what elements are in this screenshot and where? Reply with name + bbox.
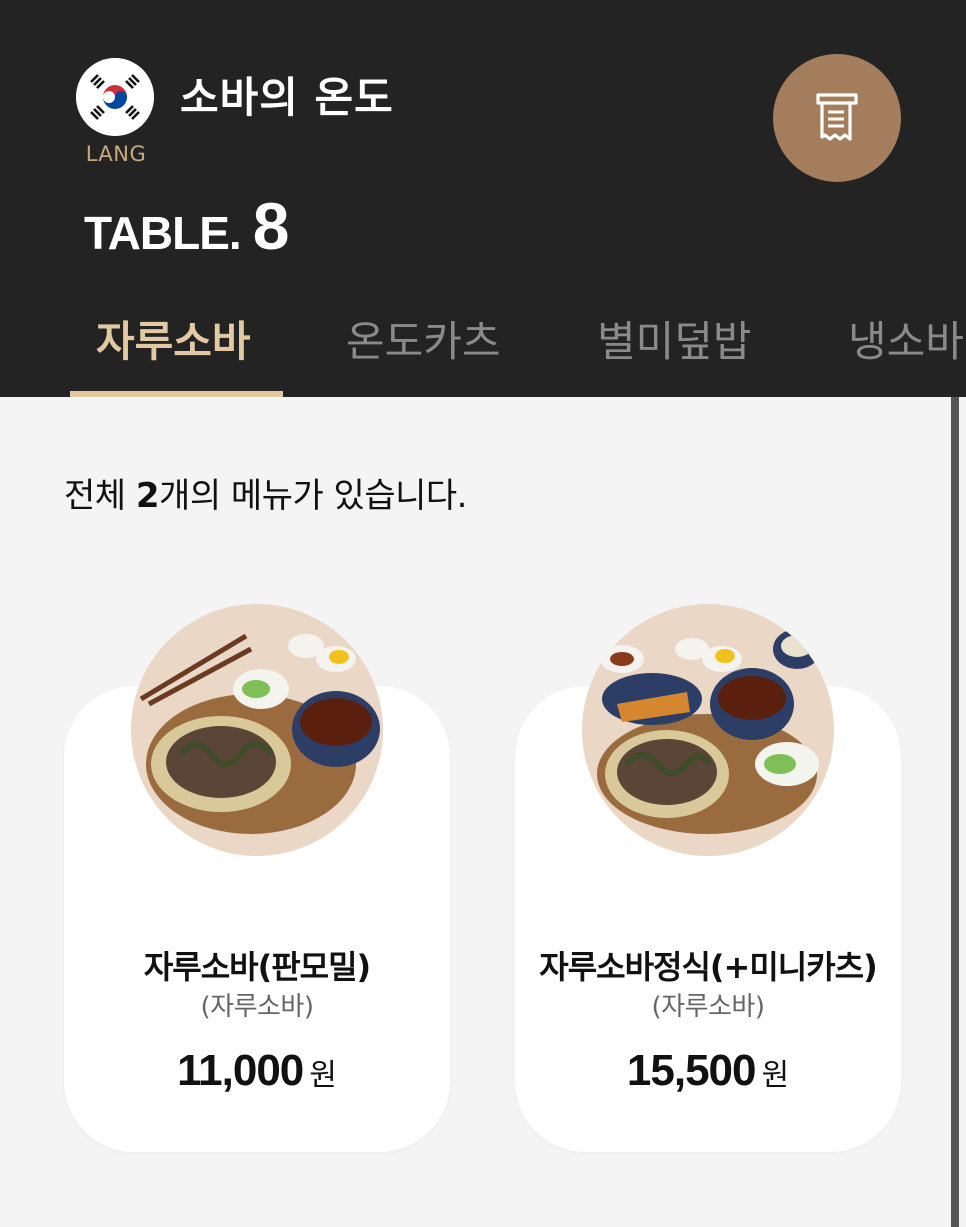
korea-flag-icon (76, 58, 154, 136)
tab-cold-soba[interactable]: 냉소바 (848, 308, 964, 369)
lang-label: LANG (85, 142, 147, 166)
active-tab-indicator (70, 391, 283, 397)
count-prefix: 전체 (64, 476, 136, 516)
menu-count-text: 전체 2개의 메뉴가 있습니다. (64, 468, 467, 517)
menu-item-photo[interactable] (582, 604, 834, 856)
tab-ondo-katsu[interactable]: 온도카츠 (346, 308, 501, 369)
menu-item-name: 자루소바(판모밀) (143, 948, 371, 986)
count-suffix: 개의 메뉴가 있습니다. (159, 476, 467, 516)
tab-zaru-soba[interactable]: 자루소바 (96, 308, 251, 369)
store-name: 소바의 온도 (180, 73, 394, 122)
scrollbar[interactable] (951, 397, 959, 1227)
price-unit: 원 (309, 1058, 337, 1093)
table-label: TABLE. 8 (84, 188, 289, 264)
price-unit: 원 (761, 1058, 790, 1093)
receipt-icon (816, 93, 858, 141)
header: LANG 소바의 온도 TABLE. 8 자루소바 온도카츠 별미덮밥 냉소바 (0, 0, 966, 397)
menu-item-photo[interactable] (131, 604, 383, 856)
menu-count: 2 (135, 476, 160, 516)
price-value: 15,500 (626, 1046, 757, 1095)
table-label-text: TABLE. (84, 207, 242, 259)
table-number: 8 (252, 189, 290, 263)
menu-item-category: (자루소바) (651, 992, 765, 1022)
bill-button[interactable] (773, 54, 901, 182)
menu-item-category: (자루소바) (200, 992, 314, 1022)
price-value: 11,000 (177, 1046, 304, 1095)
tab-special-donburi[interactable]: 별미덮밥 (597, 308, 752, 369)
menu-item-price: 15,500 원 (515, 1046, 901, 1096)
language-button[interactable]: LANG (76, 58, 156, 168)
menu-item-name: 자루소바정식(+미니카츠) (539, 948, 877, 986)
category-tabs: 자루소바 온도카츠 별미덮밥 냉소바 (0, 300, 966, 397)
menu-item-price: 11,000 원 (64, 1046, 450, 1096)
